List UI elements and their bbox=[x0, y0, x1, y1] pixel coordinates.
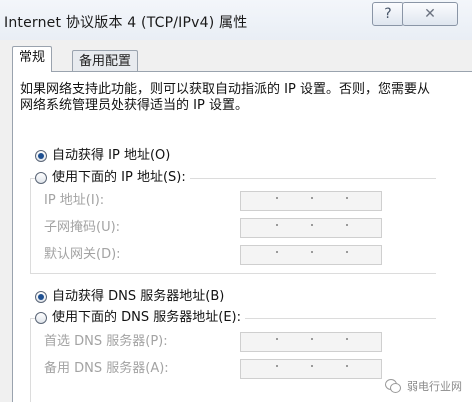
manual-ip-label: 使用下面的 IP 地址(S): bbox=[52, 170, 186, 185]
manual-dns-radio-option[interactable]: 使用下面的 DNS 服务器地址(E): bbox=[35, 309, 245, 327]
title-bar: Internet 协议版本 4 (TCP/IPv4) 属性 ? ✕ bbox=[0, 0, 472, 40]
preferred-dns-input[interactable] bbox=[240, 332, 382, 352]
tab-general[interactable]: 常规 bbox=[12, 46, 53, 72]
watermark: 弱电行业网 bbox=[385, 378, 462, 394]
close-button[interactable]: ✕ bbox=[402, 2, 458, 26]
auto-dns-label: 自动获得 DNS 服务器地址(B) bbox=[52, 289, 225, 304]
subnet-mask-input[interactable] bbox=[240, 218, 382, 238]
wechat-icon bbox=[385, 379, 401, 393]
radio-button-unchecked[interactable] bbox=[35, 172, 47, 184]
alternate-dns-label: 备用 DNS 服务器(A): bbox=[44, 361, 169, 376]
manual-ip-radio-option[interactable]: 使用下面的 IP 地址(S): bbox=[35, 169, 190, 187]
default-gateway-label: 默认网关(D): bbox=[44, 247, 121, 262]
ip-address-input[interactable] bbox=[240, 191, 382, 211]
auto-dns-radio-option[interactable]: 自动获得 DNS 服务器地址(B) bbox=[35, 288, 224, 306]
radio-button-unchecked[interactable] bbox=[35, 312, 47, 324]
tab-alternate-configuration[interactable]: 备用配置 bbox=[72, 50, 139, 72]
preferred-dns-label: 首选 DNS 服务器(P): bbox=[44, 334, 168, 349]
auto-ip-label: 自动获得 IP 地址(O) bbox=[52, 148, 171, 163]
radio-button-checked[interactable] bbox=[35, 150, 47, 162]
description-text: 如果网络支持此功能，则可以获取自动指派的 IP 设置。否则，您需要从网络系统管理… bbox=[20, 82, 430, 113]
alternate-dns-input[interactable] bbox=[240, 359, 382, 379]
subnet-mask-label: 子网掩码(U): bbox=[44, 220, 121, 235]
radio-button-checked[interactable] bbox=[35, 291, 47, 303]
default-gateway-input[interactable] bbox=[240, 245, 382, 265]
manual-dns-label: 使用下面的 DNS 服务器地址(E): bbox=[52, 310, 241, 325]
window-title: Internet 协议版本 4 (TCP/IPv4) 属性 bbox=[4, 15, 248, 31]
auto-ip-radio-option[interactable]: 自动获得 IP 地址(O) bbox=[35, 147, 170, 165]
help-button[interactable]: ? bbox=[372, 2, 404, 26]
ip-address-label: IP 地址(I): bbox=[44, 193, 105, 208]
watermark-text: 弱电行业网 bbox=[407, 380, 462, 393]
